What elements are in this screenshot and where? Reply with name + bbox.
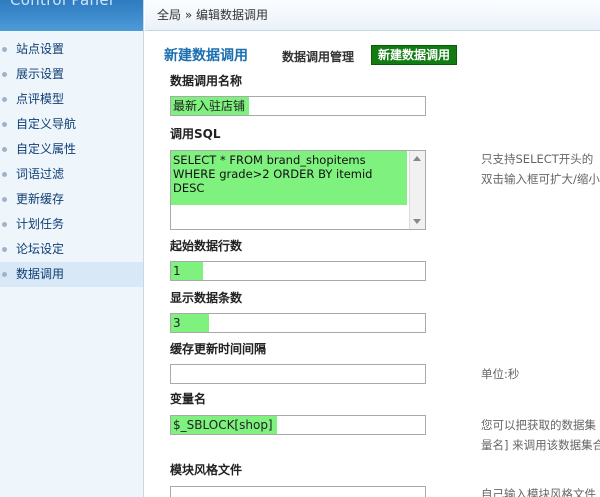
name-label: 数据调用名称: [170, 74, 243, 88]
sidebar-item-label: 数据调用: [16, 267, 65, 281]
sql-value: SELECT * FROM brand_shopitems WHERE grad…: [171, 151, 407, 205]
bullet-icon: [2, 172, 7, 177]
template-file-label: 模块风格文件: [170, 463, 243, 477]
scroll-up-icon[interactable]: [413, 156, 421, 161]
bullet-icon: [2, 147, 7, 152]
tab-new-data-call[interactable]: 新建数据调用: [371, 45, 458, 65]
sidebar-menu: 站点设置 展示设置 点评模型 自定义导航 自定义属性 词语过滤 更新缓存 计划任…: [0, 37, 143, 287]
name-value: 最新入驻店铺: [171, 97, 250, 115]
bullet-icon: [2, 72, 7, 77]
sidebar-item-label: 词语过滤: [16, 167, 65, 181]
variable-name-label: 变量名: [170, 392, 207, 406]
bullet-icon: [2, 247, 7, 252]
sidebar-item-custom-nav[interactable]: 自定义导航: [0, 112, 143, 137]
variable-name-value: $_SBLOCK[shop]: [171, 416, 277, 434]
sql-help-line-1: 只支持SELECT开头的: [481, 152, 594, 166]
template-file-input[interactable]: [170, 486, 426, 497]
sidebar: Control Panel 站点设置 展示设置 点评模型 自定义导航 自定义属性…: [0, 0, 144, 497]
start-row-value: 1: [171, 262, 203, 280]
bullet-icon: [2, 272, 7, 277]
template-help: 自己输入模块风格文件: [481, 487, 596, 497]
sidebar-item-review-model[interactable]: 点评模型: [0, 87, 143, 112]
count-input[interactable]: 3: [170, 313, 426, 333]
sidebar-header: Control Panel: [0, 0, 143, 31]
breadcrumb: 全局 » 编辑数据调用: [145, 0, 600, 31]
sidebar-item-site-settings[interactable]: 站点设置: [0, 37, 143, 62]
sidebar-item-label: 自定义属性: [16, 142, 77, 156]
sql-help-line-2: 双击输入框可扩大/缩小: [481, 172, 600, 186]
sidebar-item-display-settings[interactable]: 展示设置: [0, 62, 143, 87]
sidebar-item-forum-settings[interactable]: 论坛设定: [0, 237, 143, 262]
sidebar-item-label: 点评模型: [16, 92, 65, 106]
brand-logo-text: Control Panel: [10, 0, 114, 9]
count-label: 显示数据条数: [170, 291, 243, 305]
bullet-icon: [2, 222, 7, 227]
sidebar-item-word-filter[interactable]: 词语过滤: [0, 162, 143, 187]
sidebar-item-scheduled-tasks[interactable]: 计划任务: [0, 212, 143, 237]
cache-help: 单位:秒: [481, 367, 520, 381]
bullet-icon: [2, 197, 7, 202]
sidebar-item-custom-attributes[interactable]: 自定义属性: [0, 137, 143, 162]
sql-textarea[interactable]: SELECT * FROM brand_shopitems WHERE grad…: [170, 150, 426, 230]
scroll-down-icon[interactable]: [413, 219, 421, 224]
sidebar-item-label: 站点设置: [16, 42, 65, 56]
tab-data-call-manage[interactable]: 数据调用管理: [282, 48, 354, 65]
sidebar-item-data-call[interactable]: 数据调用: [0, 262, 143, 287]
bullet-icon: [2, 122, 7, 127]
main-content: 新建数据调用 数据调用管理 新建数据调用 数据调用名称 最新入驻店铺 调用SQL…: [145, 32, 600, 497]
start-row-input[interactable]: 1: [170, 261, 426, 281]
sql-label: 调用SQL: [170, 127, 221, 141]
variable-help-line-1: 您可以把获取的数据集: [481, 418, 596, 432]
sidebar-item-label: 展示设置: [16, 67, 65, 81]
cache-interval-input[interactable]: [170, 364, 426, 384]
sidebar-item-label: 更新缓存: [16, 192, 65, 206]
cache-interval-label: 缓存更新时间间隔: [170, 342, 267, 356]
sidebar-item-label: 计划任务: [16, 217, 65, 231]
sidebar-item-label: 论坛设定: [16, 242, 65, 256]
bullet-icon: [2, 47, 7, 52]
start-row-label: 起始数据行数: [170, 239, 243, 253]
name-input[interactable]: 最新入驻店铺: [170, 96, 426, 116]
variable-name-input[interactable]: $_SBLOCK[shop]: [170, 415, 426, 435]
bullet-icon: [2, 97, 7, 102]
page-title: 新建数据调用: [164, 48, 248, 64]
variable-help-line-2: 量名] 来调用该数据集合: [481, 438, 600, 452]
sidebar-item-label: 自定义导航: [16, 117, 77, 131]
sidebar-item-update-cache[interactable]: 更新缓存: [0, 187, 143, 212]
textarea-scrollbar[interactable]: [409, 151, 425, 229]
count-value: 3: [171, 314, 209, 332]
